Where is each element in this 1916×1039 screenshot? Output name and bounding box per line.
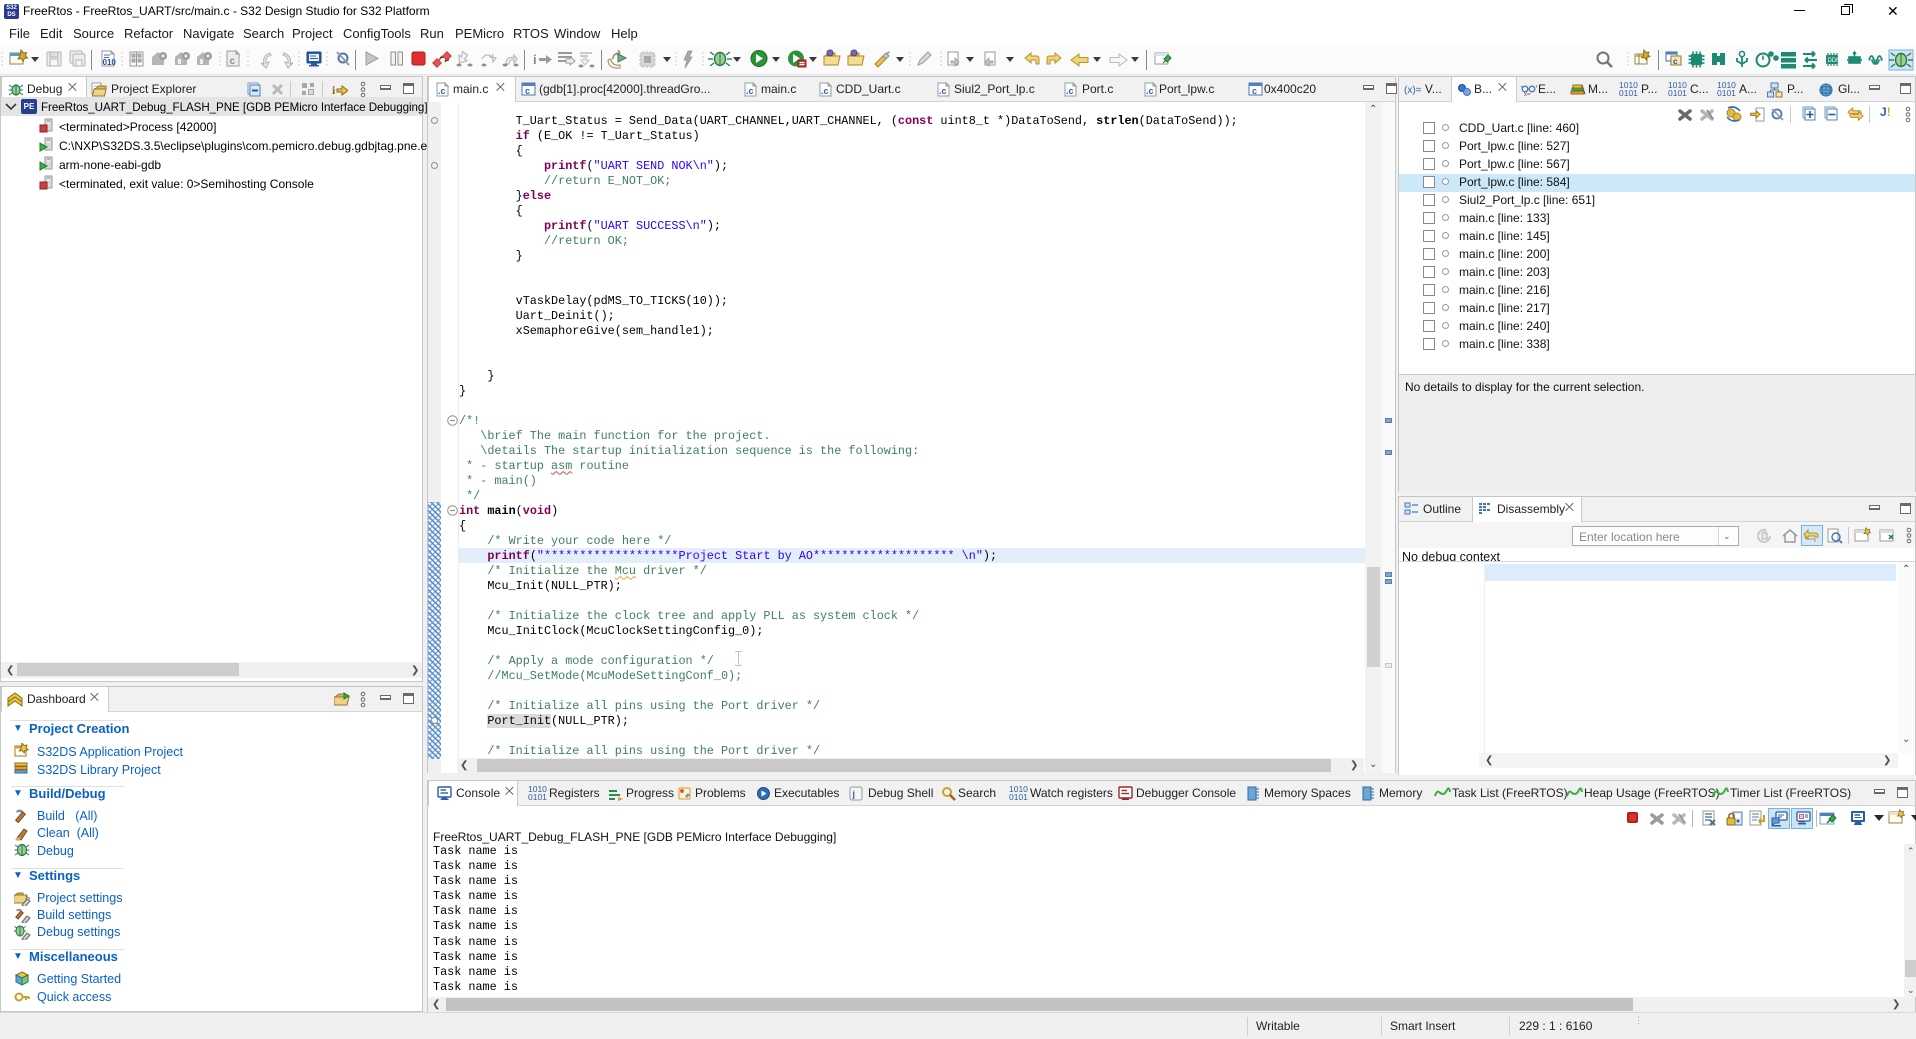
svg-text:i: i (533, 52, 537, 67)
svg-text:c: c (1252, 86, 1257, 96)
svg-text:010: 010 (103, 58, 117, 67)
svg-text:.c: .c (1066, 86, 1074, 96)
svg-text:.c: .c (821, 86, 829, 96)
svg-text:i: i (332, 83, 336, 97)
svg-text:c: c (230, 56, 236, 67)
svg-text:.c: .c (746, 86, 754, 96)
svg-text:x=: x= (1524, 92, 1531, 97)
svg-text:DDR: DDR (1828, 58, 1842, 64)
svg-text:.c: .c (1146, 86, 1154, 96)
svg-text:.c: .c (939, 86, 947, 96)
svg-text:.c: .c (438, 86, 446, 96)
svg-text:j: j (852, 789, 856, 799)
svg-text:c: c (525, 86, 530, 96)
svg-text:c: c (1673, 57, 1678, 66)
